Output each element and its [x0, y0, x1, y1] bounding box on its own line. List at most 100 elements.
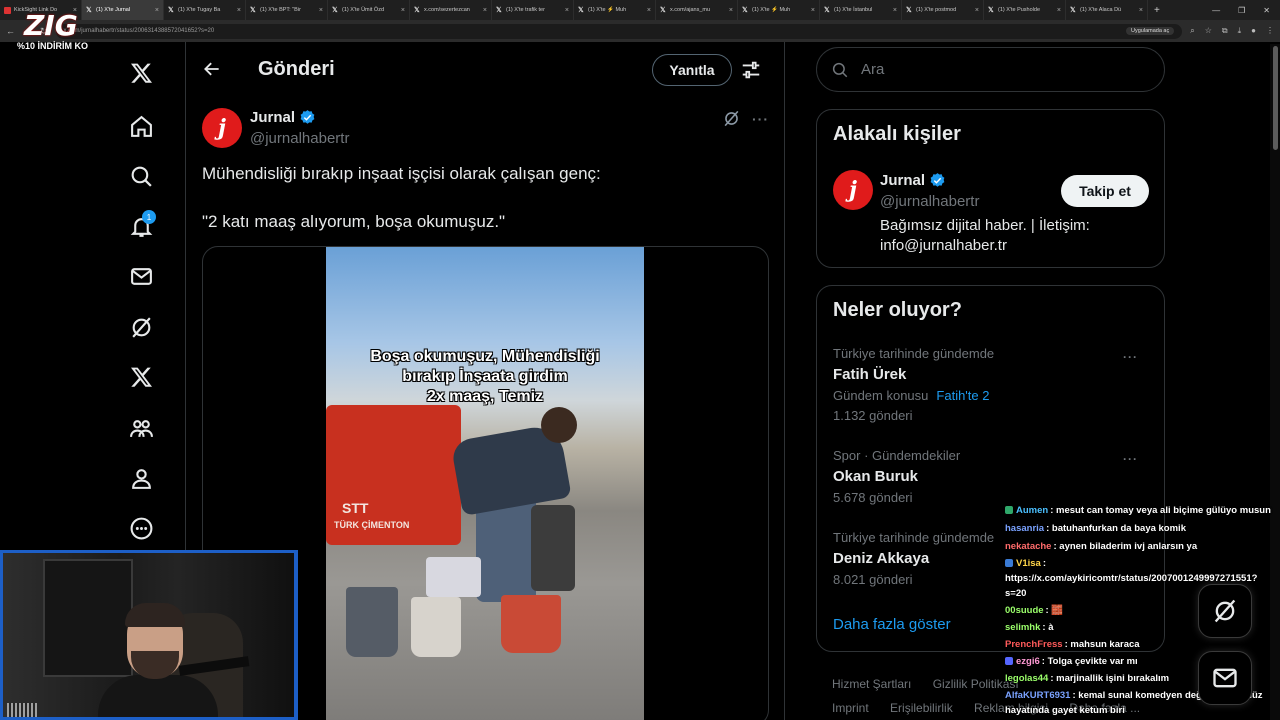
close-window-icon[interactable]: ✕	[1263, 6, 1270, 15]
worker-head	[541, 407, 577, 443]
footer-link[interactable]: Erişilebilirlik	[890, 701, 953, 715]
footer-link[interactable]: Imprint	[832, 701, 869, 715]
author-name-row: Jurnal	[250, 109, 316, 126]
video-player[interactable]: STT TÜRK ÇİMENTON Boşa okumuşuz, Mühendi…	[326, 247, 644, 720]
close-icon[interactable]: ×	[729, 7, 733, 14]
close-icon[interactable]: ×	[893, 7, 897, 14]
scrollbar-thumb[interactable]	[1273, 46, 1278, 150]
browser-tab[interactable]: 𝕏 (1) X'te ⚡ Muh ×	[738, 0, 820, 20]
notifications-icon[interactable]: 1	[116, 208, 166, 244]
menu-icon[interactable]: ⋮	[1266, 26, 1274, 36]
streamer-hair	[125, 603, 185, 627]
close-icon[interactable]: ×	[565, 7, 569, 14]
maximize-icon[interactable]: ❐	[1238, 6, 1245, 15]
minimize-icon[interactable]: —	[1212, 6, 1220, 15]
bucket	[411, 597, 461, 657]
browser-tab[interactable]: 𝕏 (1) X'te postmod ×	[902, 0, 984, 20]
trend-link[interactable]: Fatih'te 2	[936, 388, 989, 403]
grok-icon	[1214, 599, 1236, 623]
more-icon[interactable]	[116, 510, 166, 546]
reply-button[interactable]: Yanıtla	[652, 54, 732, 86]
download-icon[interactable]: ⤓	[1238, 26, 1242, 36]
explore-icon[interactable]	[116, 158, 166, 194]
x-icon: 𝕏	[988, 6, 994, 14]
author-name[interactable]: Jurnal	[250, 109, 295, 126]
column-divider	[784, 42, 785, 720]
grok-icon[interactable]	[722, 109, 741, 128]
trend-item[interactable]: Spor · Gündemdekiler Okan Buruk 5.678 gö…	[833, 448, 1153, 505]
x-icon: 𝕏	[578, 6, 584, 14]
browser-tab[interactable]: 𝕏 (1) X'te ⚡ Muh ×	[574, 0, 656, 20]
related-name[interactable]: Jurnal	[880, 172, 925, 189]
browser-tab[interactable]: 𝕏 (1) X'te Ümit Özd ×	[328, 0, 410, 20]
url-field[interactable]: x.com/jurnalhabertr/status/2006314388572…	[55, 23, 1183, 39]
more-options-icon[interactable]: ···	[1123, 350, 1138, 364]
close-icon[interactable]: ×	[1139, 7, 1143, 14]
messages-fab-button[interactable]	[1198, 651, 1252, 705]
keyboard-lights	[7, 703, 37, 717]
close-icon[interactable]: ×	[319, 7, 323, 14]
x-logo-icon[interactable]	[116, 55, 166, 91]
close-icon[interactable]: ×	[237, 7, 241, 14]
trend-item[interactable]: Türkiye tarihinde gündemde Fatih Ürek Gü…	[833, 346, 1153, 423]
cement-bag: STT TÜRK ÇİMENTON	[326, 405, 461, 545]
browser-tab[interactable]: 𝕏 (1) X'te Tugay Ba ×	[164, 0, 246, 20]
browser-tab[interactable]: 𝕏 (1) X'te trafik ter ×	[492, 0, 574, 20]
browser-tabbar: KickSight Link Do × 𝕏 (1) X'te Jurnal × 𝕏 (1…	[0, 0, 1280, 20]
footer-link[interactable]: Hizmet Şartları	[832, 677, 911, 691]
close-icon[interactable]: ×	[483, 7, 487, 14]
new-tab-button[interactable]: +	[1148, 5, 1166, 16]
related-handle[interactable]: @jurnalhabertr	[880, 193, 979, 210]
notification-count-badge: 1	[142, 210, 156, 224]
related-people-panel: Alakalı kişiler j Jurnal @jurnalhabertr …	[816, 109, 1165, 268]
close-icon[interactable]: ×	[647, 7, 651, 14]
webcam-overlay	[0, 550, 298, 720]
badge-icon	[1005, 657, 1013, 665]
premium-x-icon[interactable]	[116, 359, 166, 395]
close-icon[interactable]: ×	[401, 7, 405, 14]
chat-message: https://x.com/aykiricomtr/status/2007001…	[1005, 573, 1258, 584]
home-icon[interactable]	[116, 108, 166, 144]
back-nav-icon[interactable]: ←	[6, 26, 15, 36]
bucket	[346, 587, 398, 657]
author-handle[interactable]: @jurnalhabertr	[250, 130, 349, 147]
close-icon[interactable]: ×	[811, 7, 815, 14]
follow-button[interactable]: Takip et	[1061, 175, 1149, 207]
filter-settings-icon[interactable]	[740, 59, 762, 81]
bookmark-star-icon[interactable]: ☆	[1205, 26, 1212, 36]
more-options-icon[interactable]: ···	[752, 111, 769, 127]
browser-tab[interactable]: 𝕏 (1) X'te Alaca Dü ×	[1066, 0, 1148, 20]
close-icon[interactable]: ×	[975, 7, 979, 14]
video-caption: Boşa okumuşuz, Mühendisliği bırakıp İnşa…	[370, 348, 600, 405]
x-icon: 𝕏	[496, 6, 502, 14]
browser-tab-active[interactable]: 𝕏 (1) X'te Jurnal ×	[82, 0, 164, 20]
avatar[interactable]: j	[202, 108, 242, 148]
grok-icon[interactable]	[116, 309, 166, 345]
browser-tab[interactable]: 𝕏x.com/sezertezcan ×	[410, 0, 492, 20]
close-icon[interactable]: ×	[1057, 7, 1061, 14]
browser-tab[interactable]: 𝕏 (1) X'te Pusholde ×	[984, 0, 1066, 20]
x-icon: 𝕏	[906, 6, 912, 14]
communities-icon[interactable]	[116, 410, 166, 446]
more-options-icon[interactable]: ···	[1123, 452, 1138, 466]
show-more-link[interactable]: Daha fazla göster	[833, 616, 951, 633]
profile-avatar-icon[interactable]: ●	[1251, 26, 1256, 36]
search-input[interactable]: Ara	[816, 47, 1165, 92]
address-bar: ← → ↻ x.com/jurnalhabertr/status/2006314…	[0, 20, 1280, 42]
verified-badge-icon	[930, 173, 945, 187]
open-in-app-button[interactable]: Uygulamada aç	[1126, 27, 1175, 35]
profile-icon[interactable]	[116, 460, 166, 496]
browser-tab[interactable]: 𝕏 (1) X'te İstanbul ×	[820, 0, 902, 20]
chat-message: PrenchFress: mahsun karaca	[1005, 639, 1140, 650]
stream-logo: ZIG	[24, 9, 78, 42]
chat-message: Aumen: mesut can tomay veya ali biçime g…	[1005, 505, 1271, 516]
grok-fab-button[interactable]	[1198, 584, 1252, 638]
messages-icon[interactable]	[116, 258, 166, 294]
browser-tab[interactable]: 𝕏x.com/ajans_mu ×	[656, 0, 738, 20]
extensions-icon[interactable]: ⧉	[1222, 26, 1228, 36]
back-arrow-icon[interactable]	[202, 59, 222, 79]
zoom-icon[interactable]: ⌕	[1190, 26, 1194, 36]
close-icon[interactable]: ×	[155, 7, 159, 14]
browser-tab[interactable]: 𝕏 (1) X'te BPT: "Bir ×	[246, 0, 328, 20]
avatar[interactable]: j	[833, 170, 873, 210]
